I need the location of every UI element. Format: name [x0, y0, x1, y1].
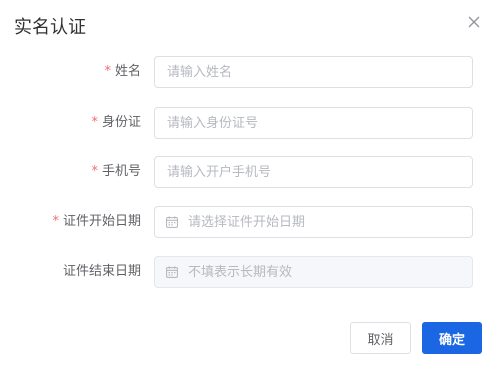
phone-input[interactable] — [154, 156, 473, 188]
required-mark: * — [91, 164, 98, 179]
form-row-end-date: 证件结束日期 — [0, 256, 497, 288]
end-date-picker — [154, 256, 473, 288]
name-label: * 姓名 — [104, 56, 141, 88]
required-mark: * — [104, 64, 111, 79]
required-mark: * — [52, 214, 59, 229]
form-row-id-card: * 身份证 — [0, 107, 497, 139]
name-input[interactable] — [154, 56, 473, 88]
phone-label: * 手机号 — [91, 156, 141, 188]
real-name-verification-dialog: 实名认证 *姓名 *身份证 *手机号 *证件开始日期 — [0, 0, 497, 369]
dialog-title: 实名认证 — [14, 17, 86, 38]
start-date-label-text: 证件开始日期 — [62, 214, 141, 229]
form-row-name: * 姓名 — [0, 56, 497, 88]
name-label-text: 姓名 — [114, 64, 141, 79]
start-date-picker[interactable] — [154, 206, 473, 238]
dialog-header: 实名认证 — [0, 0, 497, 56]
id-card-label-text: 身份证 — [101, 115, 141, 130]
confirm-button[interactable]: 确定 — [422, 322, 482, 354]
end-date-label: 证件结束日期 — [62, 264, 141, 279]
id-card-label: * 身份证 — [91, 107, 141, 139]
close-icon[interactable] — [468, 16, 480, 28]
cancel-button[interactable]: 取消 — [350, 322, 411, 354]
required-mark: * — [91, 115, 98, 130]
form-row-start-date: * 证件开始日期 — [0, 206, 497, 238]
id-card-input[interactable] — [154, 107, 473, 139]
start-date-label: * 证件开始日期 — [52, 206, 141, 238]
form-row-phone: * 手机号 — [0, 156, 497, 188]
phone-label-text: 手机号 — [101, 164, 141, 179]
